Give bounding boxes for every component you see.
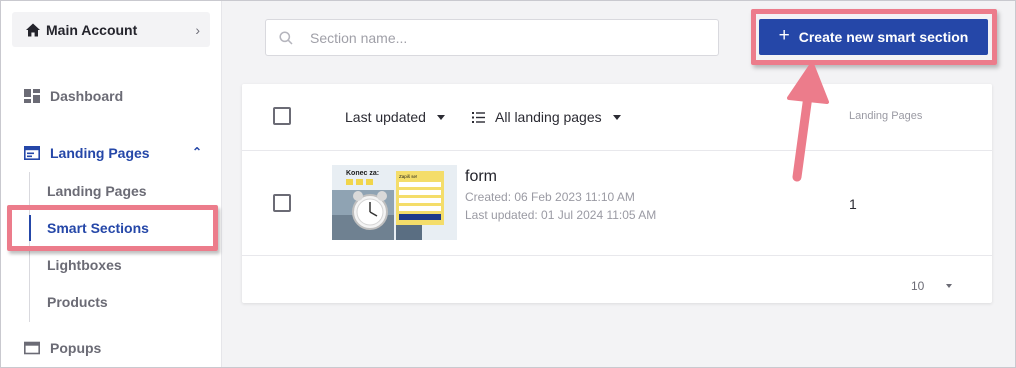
landing-page-filter-dropdown[interactable]: All landing pages [472,109,621,125]
search-box[interactable] [265,19,719,56]
thumbnail-image: Konec za: Zapiš se! [332,165,457,240]
sidebar: Main Account › Dashboard Landing Pages ⌃… [0,0,222,368]
plus-icon: + [778,25,790,46]
thumbnail-form-title: Zapiš se! [399,174,417,179]
sort-label: Last updated [345,109,426,125]
thumbnail-heading: Konec za: [346,170,379,177]
popups-icon [24,341,40,355]
create-smart-section-button[interactable]: + Create new smart section [759,19,988,55]
section-title[interactable]: form [465,168,497,186]
caret-down-icon [436,114,445,120]
chevron-up-icon[interactable]: ⌃ [192,145,202,159]
landing-pages-icon [24,146,40,160]
chevron-right-icon: › [195,21,200,38]
section-thumbnail[interactable]: Konec za: Zapiš se! [332,165,457,240]
sidebar-subitem-landing-pages[interactable]: Landing Pages [47,183,147,199]
sidebar-item-popups[interactable]: Popups [24,340,101,356]
sidebar-item-label: Dashboard [50,88,124,104]
home-icon [26,23,40,36]
create-button-label: Create new smart section [798,29,969,45]
sidebar-item-dashboard[interactable]: Dashboard [24,88,123,104]
sidebar-subitem-products[interactable]: Products [47,294,108,310]
sidebar-item-label: Popups [50,340,102,356]
section-created-date: Created: 06 Feb 2023 11:10 AM [465,190,635,204]
sort-dropdown[interactable]: Last updated [345,109,445,125]
annotation-highlight-smart-sections [7,205,218,251]
account-name: Main Account [46,21,138,38]
search-icon [279,30,293,45]
divider [242,150,992,151]
smart-sections-table: Last updated All landing pages Landing P… [242,84,992,303]
section-updated-date: Last updated: 01 Jul 2024 11:05 AM [465,208,657,222]
rows-per-page-select[interactable]: 10 [911,279,953,293]
sidebar-item-label: Landing Pages [50,145,150,161]
dashboard-icon [24,89,40,103]
row-checkbox[interactable] [273,194,291,212]
list-icon [472,111,485,123]
caret-down-icon [612,114,621,120]
divider [242,255,992,256]
select-all-checkbox[interactable] [273,107,291,125]
sidebar-subitem-lightboxes[interactable]: Lightboxes [47,257,122,273]
column-header-landing-pages: Landing Pages [849,110,923,122]
rows-per-page-value: 10 [911,279,925,293]
account-switcher[interactable]: Main Account › [12,12,210,47]
landing-pages-count: 1 [849,196,857,212]
filter-label: All landing pages [495,109,602,125]
sidebar-item-landing-pages[interactable]: Landing Pages ⌃ [24,145,202,161]
caret-down-icon [946,284,953,288]
search-input[interactable] [310,29,690,46]
